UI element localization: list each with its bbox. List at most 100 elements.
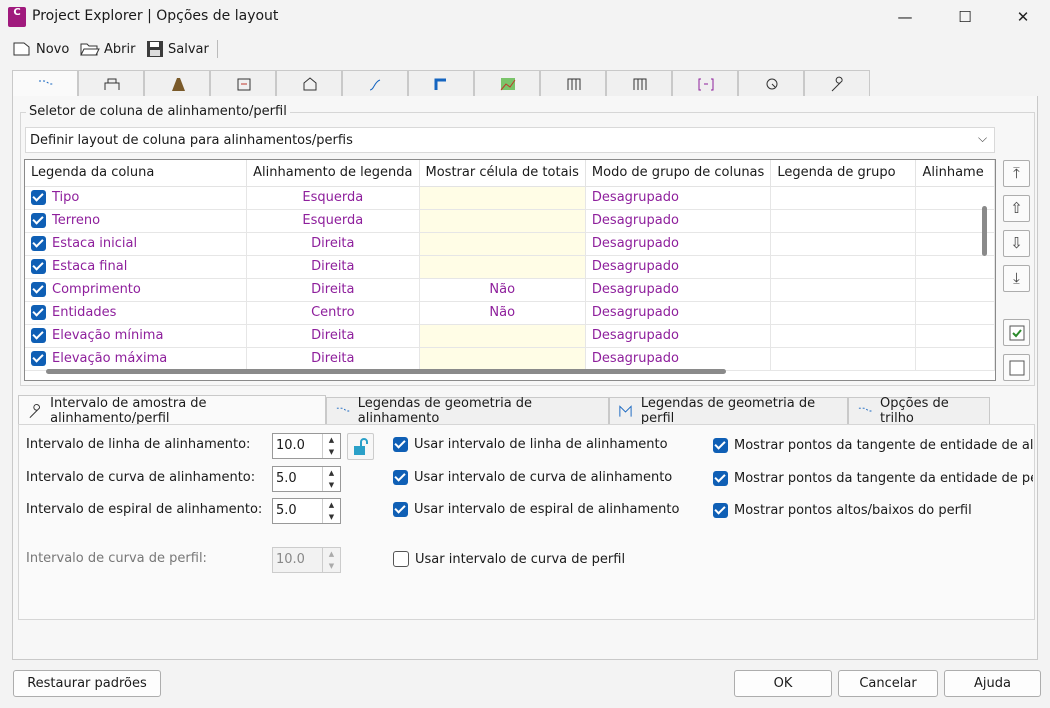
grid-header-cell[interactable]: Modo de grupo de colunas <box>585 160 772 187</box>
row-checkbox[interactable] <box>31 213 46 228</box>
bridge-tab[interactable] <box>78 70 144 97</box>
row-checkbox[interactable] <box>31 236 46 251</box>
row-checkbox[interactable] <box>31 282 46 297</box>
column-name-cell[interactable]: Elevação mínima <box>25 324 248 348</box>
show-alignment-tangent-checkbox[interactable]: Mostrar pontos da tangente de entidade d… <box>713 438 1033 453</box>
alignment-cell[interactable] <box>915 347 995 371</box>
row-checkbox[interactable] <box>31 259 46 274</box>
spiral-interval-input[interactable]: 5.0 ▲ ▼ <box>272 498 341 524</box>
show-profile-tangent-checkbox[interactable]: Mostrar pontos da tangente da entidade d… <box>713 471 1033 486</box>
totals-cell[interactable] <box>419 347 586 371</box>
row-checkbox[interactable] <box>31 305 46 320</box>
column-name-cell[interactable]: Terreno <box>25 209 248 233</box>
tools-tab[interactable] <box>804 70 870 97</box>
station-tab[interactable] <box>672 70 738 97</box>
uncheck-all-button[interactable] <box>1003 354 1030 381</box>
align-cell[interactable]: Direita <box>246 255 420 279</box>
ok-button[interactable]: OK <box>734 670 832 697</box>
row-checkbox[interactable] <box>31 190 46 205</box>
alignment-tab[interactable] <box>12 70 78 98</box>
pipe-tab[interactable] <box>408 70 474 97</box>
use-profile-curve-interval-checkbox[interactable]: Usar intervalo de curva de perfil <box>393 551 625 567</box>
totals-cell[interactable] <box>419 324 586 348</box>
move-bottom-button[interactable]: ⤓ <box>1003 265 1030 292</box>
grid-header-cell[interactable]: Alinhamento de legenda <box>246 160 420 187</box>
align-cell[interactable]: Direita <box>246 232 420 256</box>
layout-dropdown[interactable]: Definir layout de coluna para alinhament… <box>25 127 995 153</box>
check-all-button[interactable] <box>1003 319 1030 346</box>
show-high-low-points-checkbox[interactable]: Mostrar pontos altos/baixos do perfil <box>713 503 972 518</box>
vertical-scrollbar[interactable] <box>982 206 987 256</box>
tab-sample-interval[interactable]: Intervalo de amostra de alinhamento/perf… <box>18 395 326 426</box>
group-legend-cell[interactable] <box>770 232 917 256</box>
group-legend-cell[interactable] <box>770 278 917 302</box>
group-mode-cell[interactable]: Desagrupado <box>585 186 772 210</box>
table-row[interactable]: Elevação mínima Direita Desagrupado <box>25 324 995 348</box>
close-button[interactable]: ✕ <box>1000 4 1046 30</box>
surface-tab[interactable] <box>276 70 342 97</box>
alignment-cell[interactable] <box>915 324 995 348</box>
group-legend-cell[interactable] <box>770 324 917 348</box>
tab-profile-labels[interactable]: Legendas de geometria de perfil <box>609 396 848 426</box>
table-row[interactable]: Tipo Esquerda Desagrupado <box>25 186 995 210</box>
help-button[interactable]: Ajuda <box>944 670 1041 697</box>
maximize-button[interactable]: ☐ <box>942 4 988 30</box>
group-legend-cell[interactable] <box>770 347 917 371</box>
open-button[interactable]: Abrir <box>80 38 135 60</box>
group-mode-cell[interactable]: Desagrupado <box>585 301 772 325</box>
align-cell[interactable]: Direita <box>246 278 420 302</box>
table-row[interactable]: Terreno Esquerda Desagrupado <box>25 209 995 233</box>
restore-defaults-button[interactable]: Restaurar padrões <box>13 670 161 697</box>
group-legend-cell[interactable] <box>770 255 917 279</box>
totals-cell[interactable] <box>419 255 586 279</box>
lock-button[interactable] <box>347 433 374 460</box>
line-interval-input[interactable]: 10.0 ▲ ▼ <box>272 433 341 459</box>
group-mode-cell[interactable]: Desagrupado <box>585 232 772 256</box>
row-checkbox[interactable] <box>31 351 46 366</box>
grid-header-cell[interactable]: Mostrar célula de totais <box>419 160 586 187</box>
alignment-cell[interactable] <box>915 255 995 279</box>
use-spiral-interval-checkbox[interactable]: Usar intervalo de espiral de alinhamento <box>393 502 679 517</box>
grid-header-cell[interactable]: Legenda de grupo <box>770 160 917 187</box>
group-mode-cell[interactable]: Desagrupado <box>585 209 772 233</box>
save-button[interactable]: Salvar <box>146 38 209 60</box>
group-mode-cell[interactable]: Desagrupado <box>585 255 772 279</box>
curve-interval-spinner[interactable]: ▲ ▼ <box>322 467 340 491</box>
table-row[interactable]: Estaca inicial Direita Desagrupado <box>25 232 995 256</box>
horizontal-scrollbar[interactable] <box>46 369 726 374</box>
curve-interval-input[interactable]: 5.0 ▲ ▼ <box>272 466 341 492</box>
point-tab[interactable] <box>738 70 804 97</box>
structures-tab[interactable] <box>606 70 672 97</box>
spiral-interval-spinner[interactable]: ▲ ▼ <box>322 499 340 523</box>
group-mode-cell[interactable]: Desagrupado <box>585 278 772 302</box>
column-name-cell[interactable]: Elevação máxima <box>25 347 248 371</box>
table-row[interactable]: Entidades Centro Não Desagrupado <box>25 301 995 325</box>
totals-cell[interactable] <box>419 186 586 210</box>
column-name-cell[interactable]: Entidades <box>25 301 248 325</box>
move-up-button[interactable]: ⇧ <box>1003 195 1030 222</box>
tab-alignment-labels[interactable]: Legendas de geometria de alinhamento <box>326 396 609 426</box>
group-legend-cell[interactable] <box>770 209 917 233</box>
align-cell[interactable]: Esquerda <box>246 186 420 210</box>
corridor-tab[interactable] <box>144 70 210 97</box>
move-down-button[interactable]: ⇩ <box>1003 230 1030 257</box>
table-row[interactable]: Elevação máxima Direita Desagrupado <box>25 347 995 371</box>
align-cell[interactable]: Direita <box>246 324 420 348</box>
align-cell[interactable]: Direita <box>246 347 420 371</box>
move-top-button[interactable]: ⤒ <box>1003 160 1030 187</box>
cancel-button[interactable]: Cancelar <box>838 670 938 697</box>
profile-tab[interactable] <box>342 70 408 97</box>
align-cell[interactable]: Centro <box>246 301 420 325</box>
alignment-cell[interactable] <box>915 278 995 302</box>
group-mode-cell[interactable]: Desagrupado <box>585 324 772 348</box>
column-name-cell[interactable]: Comprimento <box>25 278 248 302</box>
group-mode-cell[interactable]: Desagrupado <box>585 347 772 371</box>
use-curve-interval-checkbox[interactable]: Usar intervalo de curva de alinhamento <box>393 470 672 485</box>
sample-lines-tab[interactable] <box>474 70 540 97</box>
minimize-button[interactable]: — <box>882 4 928 30</box>
column-name-cell[interactable]: Estaca final <box>25 255 248 279</box>
totals-cell[interactable] <box>419 232 586 256</box>
section-views-tab[interactable] <box>540 70 606 97</box>
new-button[interactable]: Novo <box>12 38 69 60</box>
tab-rail-options[interactable]: Opções de trilho <box>848 396 990 426</box>
